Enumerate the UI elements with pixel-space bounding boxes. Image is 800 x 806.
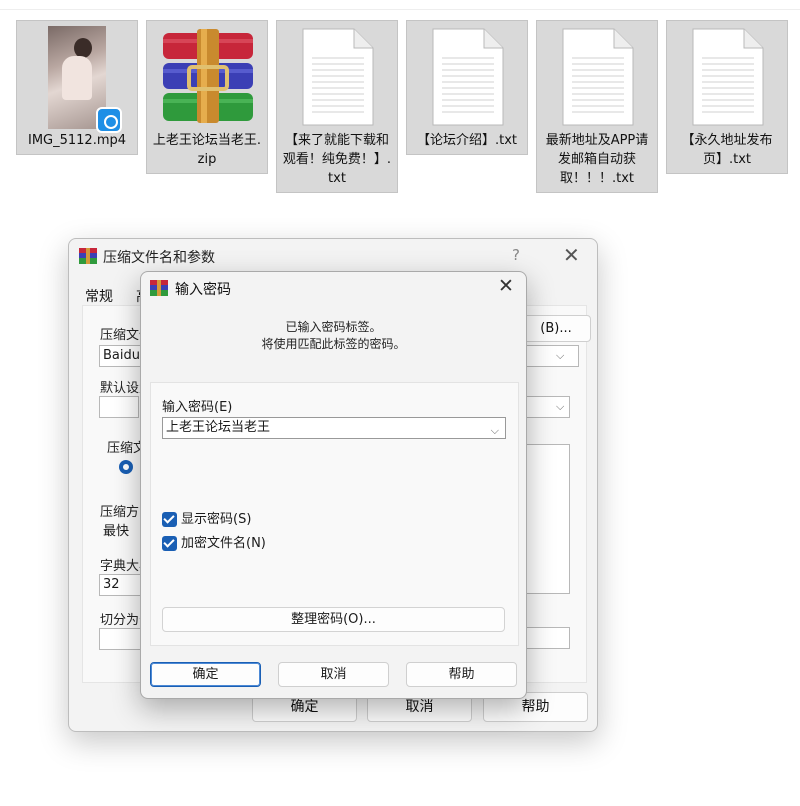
title-bar: 压缩文件名和参数 ? ✕ (69, 239, 597, 273)
file-tile-archive[interactable]: 上老王论坛当老王.zip (146, 20, 268, 174)
file-tile-video[interactable]: IMG_5112.mp4 (16, 20, 138, 155)
archiving-options-group (524, 444, 570, 594)
password-value: 上老王论坛当老王 (166, 420, 271, 435)
file-tile-text[interactable]: 最新地址及APP请发邮箱自动获取！！！.txt (536, 20, 658, 193)
text-document-icon (692, 28, 764, 126)
window-title: 压缩文件名和参数 (103, 250, 215, 266)
text-document-icon (432, 28, 504, 126)
browse-button[interactable]: (B)... (521, 315, 591, 342)
checkbox-checked-icon[interactable] (162, 512, 177, 527)
checkbox-checked-icon[interactable] (162, 536, 177, 551)
help-icon[interactable]: ? (512, 246, 520, 264)
tab-general[interactable]: 常规 (85, 286, 113, 306)
close-icon[interactable]: ✕ (563, 243, 580, 267)
file-name: 最新地址及APP请发邮箱自动获取！！！.txt (545, 133, 649, 186)
file-name: 【来了就能下载和观看！纯免费！】.txt (282, 133, 392, 186)
winrar-icon (79, 248, 97, 264)
winrar-archive-icon (163, 29, 253, 123)
file-name: 【论坛介绍】.txt (416, 133, 518, 148)
text-document-icon (302, 28, 374, 126)
top-divider (0, 0, 800, 10)
file-tile-text[interactable]: 【来了就能下载和观看！纯免费！】.txt (276, 20, 398, 193)
info-line: 已输入密码标签。 (285, 320, 382, 334)
file-name: 【永久地址发布页】.txt (681, 133, 773, 167)
dialog-title: 输入密码 (175, 282, 231, 298)
ok-button[interactable]: 确定 (150, 662, 261, 687)
info-line: 将使用匹配此标签的密码。 (261, 337, 406, 351)
cancel-button[interactable]: 取消 (278, 662, 389, 687)
password-button-edge[interactable] (524, 627, 570, 649)
organize-passwords-button[interactable]: 整理密码(O)... (162, 607, 505, 632)
enter-password-dialog: 输入密码 ✕ 已输入密码标签。 将使用匹配此标签的密码。 输入密码(E) 上老王… (140, 271, 527, 699)
compression-method-select[interactable]: 最快 (99, 521, 141, 543)
password-label-info: 已输入密码标签。 将使用匹配此标签的密码。 (141, 319, 526, 353)
winrar-icon (150, 280, 168, 296)
file-name: 上老王论坛当老王.zip (152, 133, 262, 167)
file-tile-text[interactable]: 【永久地址发布页】.txt (666, 20, 788, 174)
compression-method-label: 压缩方 (100, 505, 140, 520)
video-app-icon (96, 107, 122, 133)
profiles-button[interactable] (99, 396, 139, 418)
password-label: 输入密码(E) (162, 400, 233, 415)
password-input[interactable]: 上老王论坛当老王 ⌵ (162, 417, 506, 439)
file-name: IMG_5112.mp4 (27, 133, 127, 148)
chevron-down-icon[interactable]: ⌵ (556, 400, 564, 414)
close-icon[interactable]: ✕ (498, 275, 514, 297)
format-radio-rar[interactable] (119, 460, 133, 474)
encrypt-filenames-label: 加密文件名(N) (181, 536, 266, 551)
show-password-label: 显示密码(S) (181, 512, 252, 527)
dictionary-size-select[interactable]: 32 (99, 574, 141, 596)
file-tile-text[interactable]: 【论坛介绍】.txt (406, 20, 528, 155)
chevron-down-icon[interactable]: ⌵ (556, 349, 564, 363)
split-volumes-field[interactable] (99, 628, 141, 650)
chevron-down-icon[interactable]: ⌵ (491, 421, 499, 441)
help-button[interactable]: 帮助 (406, 662, 517, 687)
text-document-icon (562, 28, 634, 126)
